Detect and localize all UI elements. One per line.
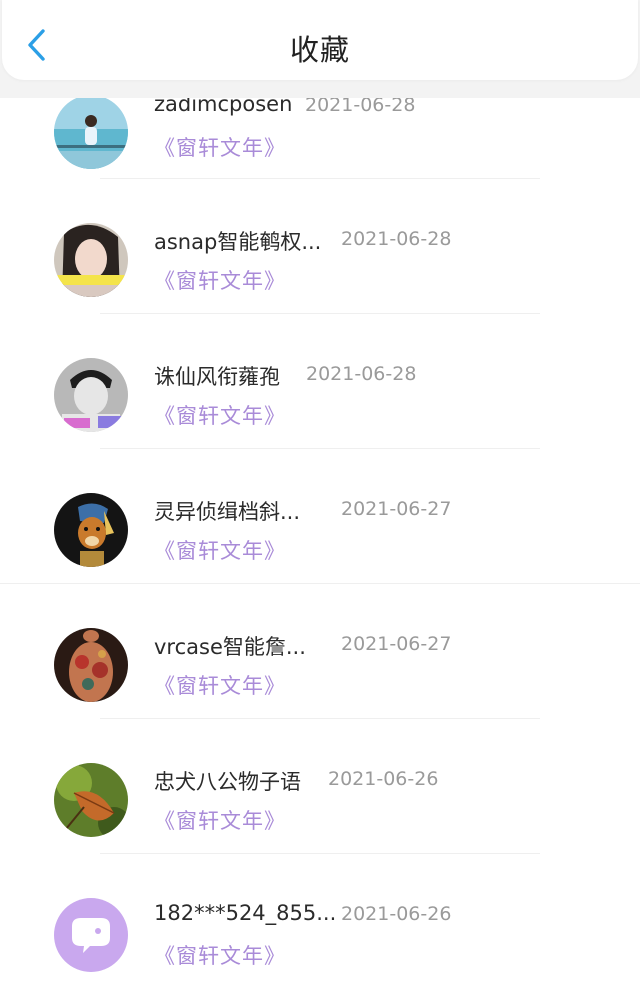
favorite-username: zadimcposen	[154, 98, 293, 116]
avatar-photo-girl-peace	[54, 223, 128, 297]
favorite-date: 2021-06-28	[305, 98, 416, 116]
avatar-autumn-leaf	[54, 763, 128, 837]
favorite-username: vrcase智能詹...	[154, 635, 306, 659]
favorite-username: 诛仙风衔蕹孢	[154, 365, 280, 389]
avatar-photo-girl-sea	[54, 98, 128, 169]
favorites-list: zadimcposen 2021-06-28 《窗轩文年》 asnap智能鹌权.…	[0, 98, 640, 987]
avatar-tattoo-back	[54, 628, 128, 702]
favorite-book-title[interactable]: 《窗轩文年》	[154, 265, 286, 295]
favorite-item[interactable]: 诛仙风衔蕹孢 2021-06-28 《窗轩文年》	[0, 338, 640, 473]
favorite-date: 2021-06-26	[341, 903, 452, 925]
favorite-date: 2021-06-27	[341, 498, 452, 520]
favorite-date: 2021-06-28	[341, 228, 452, 250]
favorite-book-title[interactable]: 《窗轩文年》	[154, 535, 286, 565]
avatar-painting-dog	[54, 493, 128, 567]
favorite-username: asnap智能鹌权...	[154, 230, 322, 254]
favorite-item[interactable]: zadimcposen 2021-06-28 《窗轩文年》	[0, 98, 640, 203]
favorite-username: 灵异侦缉档斜...	[154, 500, 301, 524]
row-divider	[100, 448, 540, 449]
favorite-book-title[interactable]: 《窗轩文年》	[154, 670, 286, 700]
top-bar: 收藏	[2, 0, 638, 80]
page-title: 收藏	[289, 33, 350, 67]
favorite-book-title[interactable]: 《窗轩文年》	[154, 400, 286, 430]
favorite-item[interactable]: 182***524_855... 2021-06-26 《窗轩文年》	[0, 878, 640, 987]
avatar-default-chat	[54, 898, 128, 972]
favorite-book-title[interactable]: 《窗轩文年》	[154, 805, 286, 835]
favorite-item[interactable]: asnap智能鹌权... 2021-06-28 《窗轩文年》	[0, 203, 640, 338]
favorite-date: 2021-06-26	[328, 768, 439, 790]
favorite-date: 2021-06-28	[306, 363, 417, 385]
favorite-book-title[interactable]: 《窗轩文年》	[154, 940, 286, 970]
favorite-username: 182***524_855...	[154, 901, 337, 925]
row-divider	[100, 853, 540, 854]
favorite-item[interactable]: 灵异侦缉档斜... 2021-06-27 《窗轩文年》	[0, 473, 640, 608]
row-divider	[100, 313, 540, 314]
row-divider	[0, 583, 640, 584]
row-divider	[100, 178, 540, 179]
favorite-book-title[interactable]: 《窗轩文年》	[154, 132, 286, 162]
avatar-photo-boy	[54, 358, 128, 432]
favorite-username: 忠犬八公物子语	[154, 770, 301, 794]
row-divider	[100, 718, 540, 719]
favorite-item[interactable]: 忠犬八公物子语 2021-06-26 《窗轩文年》	[0, 743, 640, 878]
favorite-date: 2021-06-27	[341, 633, 452, 655]
favorite-item[interactable]: vrcase智能詹... 2021-06-27 《窗轩文年》	[0, 608, 640, 743]
